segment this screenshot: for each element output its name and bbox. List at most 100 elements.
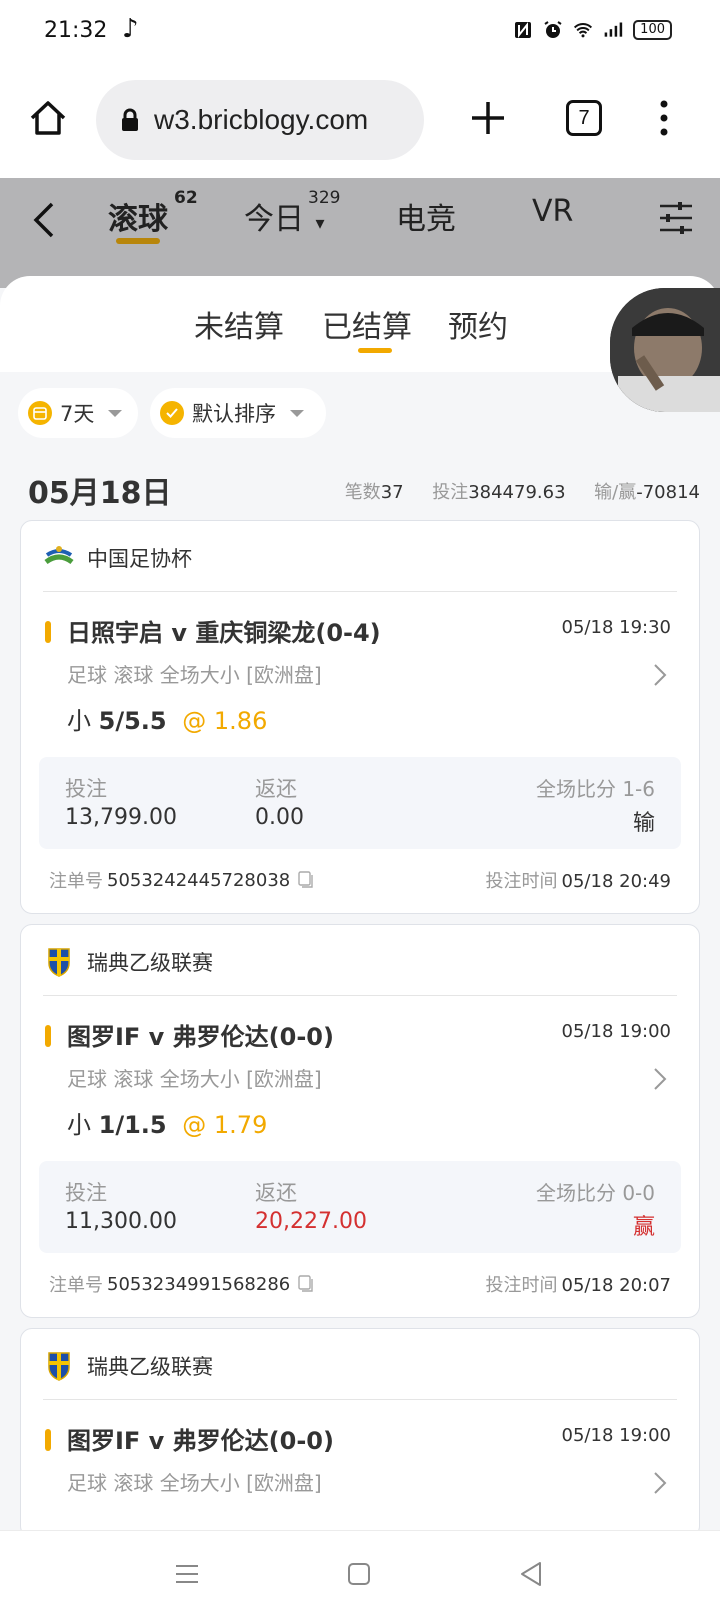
- app-header: 滚球 62 今日 ▾ 329 电竞 VR: [0, 178, 720, 288]
- tab-live-badge: 62: [174, 188, 198, 208]
- bet-card[interactable]: 瑞典乙级联赛 图罗IF v 弗罗伦达(0-0) 05/18 19:00 足球 滚…: [20, 1328, 700, 1538]
- result-badge: 输: [632, 811, 655, 836]
- count-value: 37: [380, 482, 404, 503]
- pick-prefix: 小: [67, 1111, 91, 1139]
- period-filter[interactable]: 7天: [18, 388, 138, 438]
- subtab-settled[interactable]: 已结算: [322, 302, 412, 346]
- stake-box: 投注 11,300.00 返还 20,227.00 全场比分 0-0 赢: [39, 1161, 681, 1253]
- league-name: 瑞典乙级联赛: [87, 951, 213, 975]
- match-time: 05/18 19:30: [561, 617, 671, 638]
- match-time: 05/18 19:00: [561, 1425, 671, 1446]
- pick-prefix: 小: [67, 707, 91, 735]
- avatar[interactable]: [610, 288, 720, 412]
- chevron-down-icon: [290, 409, 304, 417]
- chevron-right-icon[interactable]: [653, 1067, 667, 1091]
- swedish-league-logo-icon: [48, 1352, 70, 1381]
- home-nav-icon[interactable]: [344, 1559, 374, 1589]
- league-name: 中国足协杯: [87, 547, 192, 571]
- bet-time-label: 投注时间: [485, 1275, 558, 1296]
- alarm-icon: [544, 21, 562, 38]
- more-menu-icon[interactable]: [652, 98, 676, 138]
- check-icon: [160, 401, 184, 425]
- back-icon[interactable]: [26, 196, 60, 244]
- divider: [43, 995, 677, 996]
- system-nav-bar: [0, 1530, 720, 1612]
- bet-pick: 小 1/1.5 @ 1.79: [67, 1105, 267, 1140]
- match-time: 05/18 19:00: [561, 1021, 671, 1042]
- browser-toolbar: w3.bricblogy.com 7: [0, 62, 720, 178]
- url-text: w3.bricblogy.com: [154, 104, 369, 135]
- stake-value: 13,799.00: [65, 805, 177, 830]
- match-marker: [45, 1429, 51, 1451]
- bet-time-row: 投注时间 05/18 20:07: [486, 1271, 671, 1297]
- pick-odds: @ 1.79: [182, 1111, 268, 1139]
- new-tab-icon[interactable]: [468, 98, 508, 138]
- bet-time-row: 投注时间 05/18 20:49: [486, 867, 671, 893]
- pick-line: 1/1.5: [98, 1111, 167, 1139]
- count-label: 笔数: [344, 482, 381, 503]
- stake-label: 投注: [65, 777, 107, 801]
- copy-icon[interactable]: [298, 1275, 314, 1293]
- tab-today-dropdown-icon: ▾: [315, 213, 325, 234]
- sort-filter[interactable]: 默认排序: [150, 388, 326, 438]
- sort-filter-label: 默认排序: [192, 402, 276, 426]
- return-value: 0.00: [255, 805, 304, 830]
- result-badge: 赢: [632, 1215, 655, 1240]
- league-name: 瑞典乙级联赛: [87, 1355, 213, 1379]
- tab-today[interactable]: 今日 ▾ 329: [244, 188, 340, 238]
- tab-switcher-button[interactable]: 7: [566, 100, 602, 136]
- tab-vr-label: VR: [532, 194, 574, 229]
- ticket-number: 5053234991568286: [107, 1273, 291, 1295]
- music-note-icon: ♪: [122, 14, 139, 44]
- return-label: 返还: [255, 777, 297, 801]
- stake-label: 投注: [65, 1181, 107, 1205]
- status-bar: 21:32 ♪ 100: [0, 0, 720, 62]
- bet-time-label: 投注时间: [485, 871, 558, 892]
- subtab-active-underline: [358, 348, 392, 353]
- url-bar[interactable]: w3.bricblogy.com: [96, 80, 424, 160]
- ticket-row: 注单号 5053242445728038: [49, 867, 314, 893]
- nfc-icon: [515, 22, 532, 38]
- market-type: 足球 滚球 全场大小 [欧洲盘]: [67, 1471, 322, 1495]
- chevron-right-icon[interactable]: [653, 663, 667, 687]
- copy-icon[interactable]: [298, 871, 314, 889]
- bet-card[interactable]: 瑞典乙级联赛 图罗IF v 弗罗伦达(0-0) 05/18 19:00 足球 滚…: [20, 924, 700, 1318]
- subtab-unsettled[interactable]: 未结算: [194, 302, 284, 346]
- match-marker: [45, 621, 51, 643]
- bet-time-value: 05/18 20:49: [561, 871, 671, 892]
- back-nav-icon[interactable]: [516, 1559, 546, 1589]
- home-icon[interactable]: [28, 98, 68, 138]
- active-tab-underline: [116, 238, 160, 244]
- stake-box: 投注 13,799.00 返还 0.00 全场比分 1-6 输: [39, 757, 681, 849]
- tab-vr[interactable]: VR: [532, 194, 573, 229]
- subtab-reservation[interactable]: 预约: [448, 302, 508, 346]
- bet-time-value: 05/18 20:07: [561, 1275, 671, 1296]
- tab-today-label: 今日: [244, 202, 304, 237]
- final-score: 全场比分 1-6: [535, 777, 655, 801]
- return-label: 返还: [255, 1181, 297, 1205]
- tab-esports-label: 电竞: [396, 202, 456, 237]
- league-row: 中国足协杯: [43, 541, 192, 575]
- ticket-label: 注单号: [49, 871, 103, 892]
- ticket-label: 注单号: [49, 1275, 103, 1296]
- tab-esports[interactable]: 电竞: [396, 194, 456, 238]
- calendar-icon: [28, 401, 52, 425]
- league-row: 瑞典乙级联赛: [43, 1349, 213, 1383]
- chevron-right-icon[interactable]: [653, 1471, 667, 1495]
- chevron-down-icon: [108, 409, 123, 417]
- swedish-league-logo-icon: [48, 948, 70, 977]
- wifi-icon: [574, 23, 593, 38]
- market-type: 足球 滚球 全场大小 [欧洲盘]: [67, 663, 322, 687]
- status-icons: 100: [513, 20, 672, 40]
- league-row: 瑞典乙级联赛: [43, 945, 213, 979]
- match-name: 日照宇启 v 重庆铜梁龙(0-4): [67, 619, 381, 647]
- ticket-number: 5053242445728038: [107, 869, 291, 891]
- recent-apps-icon[interactable]: [172, 1559, 202, 1589]
- match-name: 图罗IF v 弗罗伦达(0-0): [67, 1023, 334, 1051]
- period-filter-label: 7天: [60, 402, 95, 426]
- bet-card[interactable]: 中国足协杯 日照宇启 v 重庆铜梁龙(0-4) 05/18 19:30 足球 滚…: [20, 520, 700, 914]
- settings-sliders-icon[interactable]: [658, 198, 694, 238]
- tab-live[interactable]: 滚球 62: [108, 188, 198, 238]
- return-value: 20,227.00: [255, 1209, 367, 1234]
- stake-total-label: 投注: [432, 482, 469, 503]
